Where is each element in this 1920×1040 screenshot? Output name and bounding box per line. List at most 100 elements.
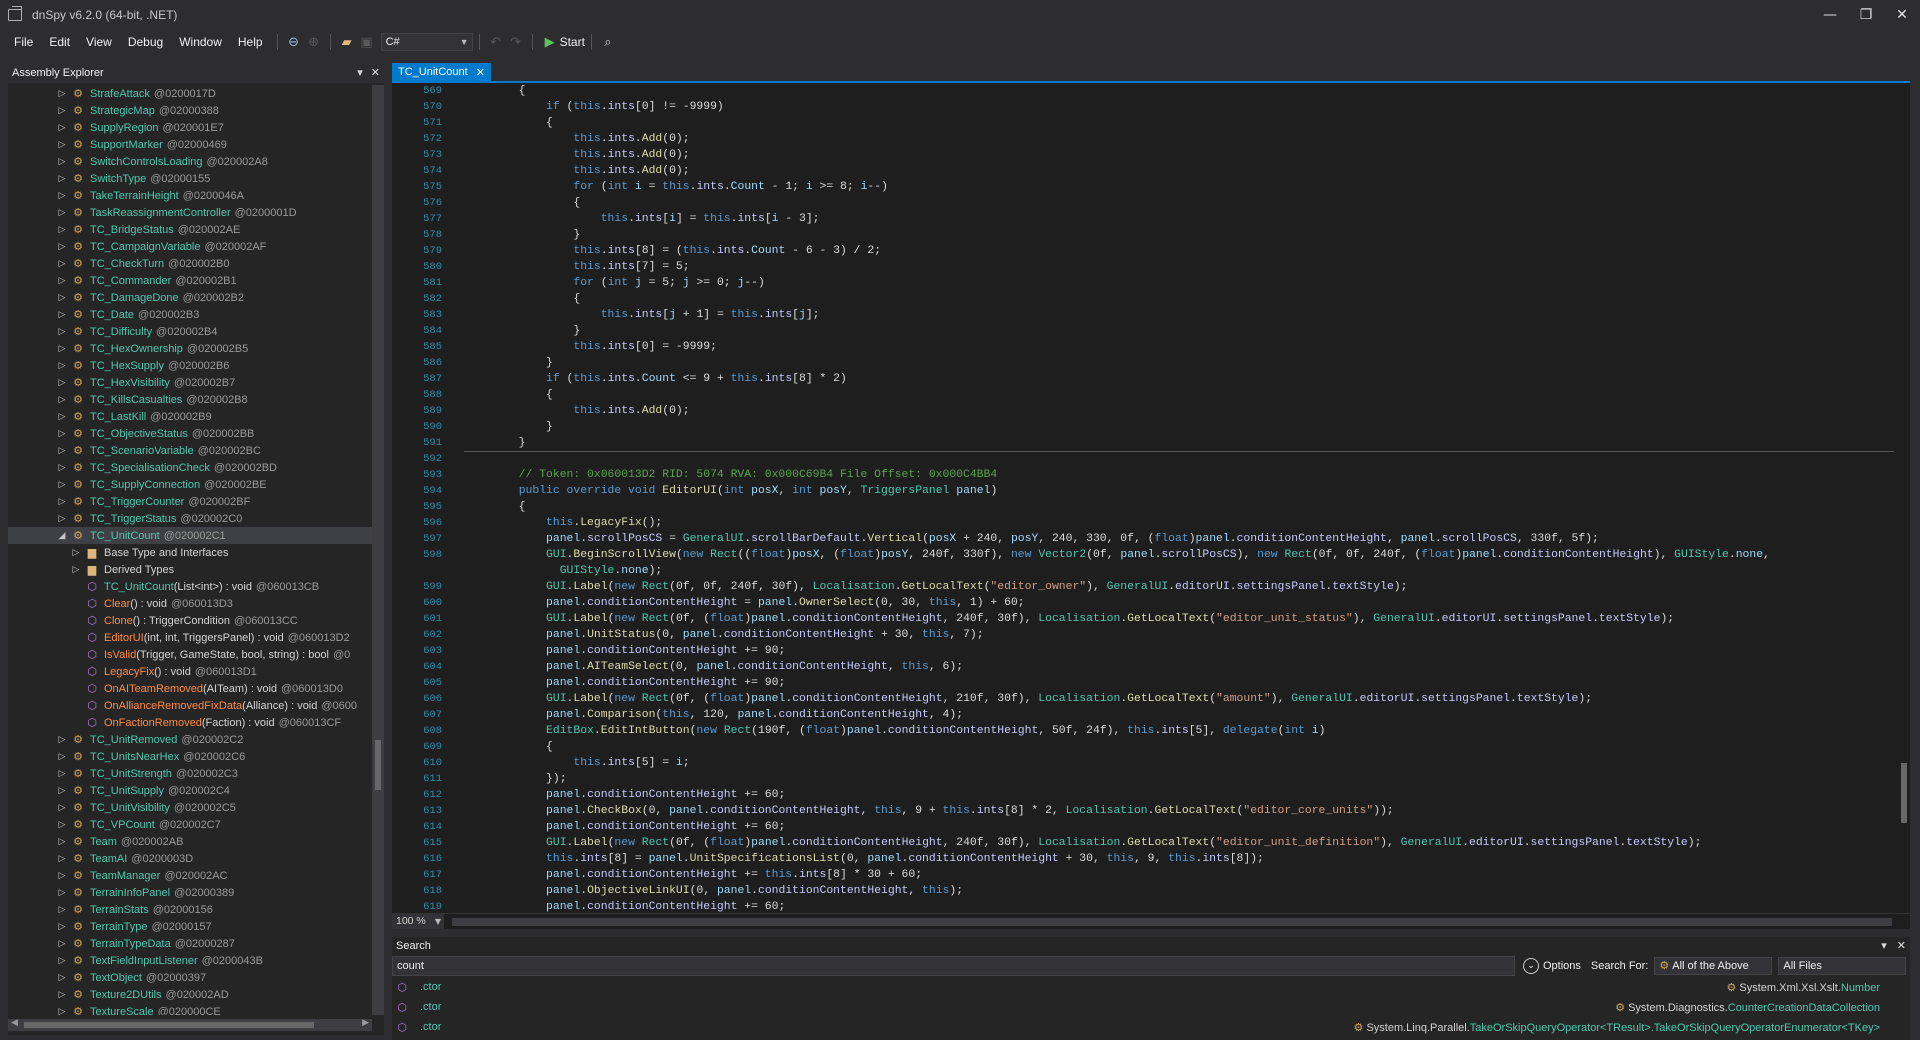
expand-arrow-icon[interactable]: ▷ — [56, 769, 68, 779]
expand-arrow-icon[interactable]: ▷ — [56, 1007, 68, 1016]
code-line[interactable]: panel.conditionContentHeight += 90; — [464, 643, 1894, 659]
code-line[interactable]: } — [464, 355, 1894, 371]
tree-type[interactable]: ▷ ⚙ TC_CampaignVariable @020002AF — [8, 238, 372, 255]
tree-type[interactable]: ▷ ⚙ Texture2DUtils @020002AD — [8, 986, 372, 1003]
expand-arrow-icon[interactable]: ▷ — [56, 225, 68, 235]
code-line[interactable]: panel.Comparison(this, 120, panel.condit… — [464, 707, 1894, 723]
code-line[interactable]: } — [464, 323, 1894, 339]
tree-type[interactable]: ▷ ⚙ TC_HexSupply @020002B6 — [8, 357, 372, 374]
tree-type[interactable]: ▷ ⚙ TC_ObjectiveStatus @020002BB — [8, 425, 372, 442]
tree-folder[interactable]: ▷ ▆ Derived Types — [8, 561, 372, 578]
code-line[interactable]: panel.conditionContentHeight += 60; — [464, 899, 1894, 913]
expand-arrow-icon[interactable]: ▷ — [56, 820, 68, 830]
start-debugging-button[interactable]: ▶ Start — [545, 35, 585, 50]
tree-type[interactable]: ▷ ⚙ SwitchType @02000155 — [8, 170, 372, 187]
navigate-forward-icon[interactable]: ⊕ — [304, 32, 324, 52]
tree-type[interactable]: ▷ ⚙ Team @020002AB — [8, 833, 372, 850]
search-scope-select[interactable]: All Files — [1778, 957, 1907, 975]
expand-arrow-icon[interactable]: ▷ — [56, 174, 68, 184]
expand-arrow-icon[interactable]: ▷ — [70, 548, 82, 558]
tree-type[interactable]: ▷ ⚙ TaskReassignmentController @0200001D — [8, 204, 372, 221]
code-line[interactable]: { — [464, 387, 1894, 403]
code-line[interactable]: this.ints[8] = panel.UnitSpecificationsL… — [464, 851, 1894, 867]
code-text[interactable]: { if (this.ints[0] != -9999) { this.ints… — [464, 83, 1894, 913]
expand-arrow-icon[interactable]: ▷ — [56, 480, 68, 490]
code-line[interactable]: this.LegacyFix(); — [464, 515, 1894, 531]
expand-arrow-icon[interactable]: ▷ — [56, 905, 68, 915]
expand-arrow-icon[interactable]: ▷ — [56, 939, 68, 949]
scroll-thumb[interactable] — [375, 740, 381, 790]
code-line[interactable]: panel.conditionContentHeight = panel.Own… — [464, 595, 1894, 611]
expand-arrow-icon[interactable]: ▷ — [56, 956, 68, 966]
expand-arrow-icon[interactable]: ▷ — [56, 412, 68, 422]
tree-type[interactable]: ▷ ⚙ TerrainStats @02000156 — [8, 901, 372, 918]
tree-type[interactable]: ▷ ⚙ TC_UnitsNearHex @020002C6 — [8, 748, 372, 765]
tree-type[interactable]: ◢ ⚙ TC_UnitCount @020002C1 — [8, 527, 372, 544]
tree-type[interactable]: ▷ ⚙ TC_UnitRemoved @020002C2 — [8, 731, 372, 748]
save-all-icon[interactable]: ▣ — [357, 32, 377, 52]
tab-close-icon[interactable]: ✕ — [476, 66, 485, 79]
expand-arrow-icon[interactable]: ▷ — [56, 123, 68, 133]
tree-member[interactable]: ⬡ Clear() : void @060013D3 — [8, 595, 372, 612]
tree-type[interactable]: ▷ ⚙ TC_VPCount @020002C7 — [8, 816, 372, 833]
expand-arrow-icon[interactable]: ▷ — [56, 140, 68, 150]
expand-arrow-icon[interactable]: ▷ — [56, 990, 68, 1000]
code-line[interactable]: this.ints[j + 1] = this.ints[j]; — [464, 307, 1894, 323]
code-line[interactable]: panel.ObjectiveLinkUI(0, panel.condition… — [464, 883, 1894, 899]
code-line[interactable]: }); — [464, 771, 1894, 787]
expand-arrow-icon[interactable]: ▷ — [56, 837, 68, 847]
code-line[interactable]: } — [464, 419, 1894, 435]
code-line[interactable]: { — [464, 739, 1894, 755]
open-file-icon[interactable]: ▰ — [337, 32, 357, 52]
tree-type[interactable]: ▷ ⚙ TC_Difficulty @020002B4 — [8, 323, 372, 340]
tree-type[interactable]: ▷ ⚙ TextureScale @020000CE — [8, 1003, 372, 1015]
tree-member[interactable]: ⬡ EditorUI (int, int, TriggersPanel) : voi… — [8, 629, 372, 646]
tree-type[interactable]: ▷ ⚙ TC_SpecialisationCheck @020002BD — [8, 459, 372, 476]
tree-type[interactable]: ▷ ⚙ TextFieldInputListener @0200043B — [8, 952, 372, 969]
expand-arrow-icon[interactable]: ▷ — [56, 310, 68, 320]
expand-arrow-icon[interactable]: ▷ — [56, 803, 68, 813]
expand-arrow-icon[interactable]: ▷ — [56, 395, 68, 405]
tree-type[interactable]: ▷ ⚙ TextObject @02000397 — [8, 969, 372, 986]
expand-arrow-icon[interactable]: ▷ — [56, 497, 68, 507]
code-line[interactable]: GUI.BeginScrollView(new Rect((float)posX… — [464, 547, 1894, 563]
expand-arrow-icon[interactable]: ▷ — [56, 242, 68, 252]
tree-folder[interactable]: ▷ ▆ Base Type and Interfaces — [8, 544, 372, 561]
tree-type[interactable]: ▷ ⚙ TeamManager @020002AC — [8, 867, 372, 884]
menu-window[interactable]: Window — [171, 30, 230, 54]
tree-type[interactable]: ▷ ⚙ TC_ScenarioVariable @020002BC — [8, 442, 372, 459]
expand-arrow-icon[interactable]: ▷ — [56, 89, 68, 99]
panel-close-icon[interactable]: ✕ — [1897, 937, 1906, 955]
code-line[interactable]: panel.conditionContentHeight += 90; — [464, 675, 1894, 691]
code-line[interactable]: if (this.ints[0] != -9999) — [464, 99, 1894, 115]
expand-arrow-icon[interactable]: ▷ — [56, 973, 68, 983]
close-button[interactable]: ✕ — [1884, 0, 1920, 30]
tree-member[interactable]: ⬡ TC_UnitCount (List<int>) : void @060013CB — [8, 578, 372, 595]
menu-view[interactable]: View — [78, 30, 120, 54]
code-line[interactable]: { — [464, 195, 1894, 211]
expand-arrow-icon[interactable]: ▷ — [56, 361, 68, 371]
expand-arrow-icon[interactable]: ▷ — [56, 786, 68, 796]
expand-arrow-icon[interactable]: ▷ — [56, 888, 68, 898]
code-line[interactable]: this.ints.Add(0); — [464, 131, 1894, 147]
tree-type[interactable]: ▷ ⚙ TC_HexVisibility @020002B7 — [8, 374, 372, 391]
minimize-button[interactable]: — — [1812, 0, 1848, 30]
tree-member[interactable]: ⬡ IsValid (Trigger, GameState, bool, strin… — [8, 646, 372, 663]
expand-arrow-icon[interactable]: ▷ — [56, 293, 68, 303]
tree-type[interactable]: ▷ ⚙ SupplyRegion @020001E7 — [8, 119, 372, 136]
tree-type[interactable]: ▷ ⚙ TC_UnitVisibility @020002C5 — [8, 799, 372, 816]
expanded-arrow-icon[interactable]: ◢ — [56, 531, 68, 541]
code-line[interactable]: public override void EditorUI(int posX, … — [464, 483, 1894, 499]
undo-icon[interactable]: ↶ — [486, 32, 506, 52]
scroll-right-icon[interactable]: ▶ — [362, 1018, 369, 1028]
code-line[interactable]: this.ints[8] = (this.ints.Count - 6 - 3)… — [464, 243, 1894, 259]
expand-options-icon[interactable]: ⌄ — [1523, 958, 1539, 974]
expand-arrow-icon[interactable]: ▷ — [70, 565, 82, 575]
tree-type[interactable]: ▷ ⚙ TC_UnitSupply @020002C4 — [8, 782, 372, 799]
language-select[interactable]: C# ▼ — [380, 33, 473, 51]
tree-member[interactable]: ⬡ OnAllianceRemovedFixData (Alliance) : vo… — [8, 697, 372, 714]
code-line[interactable]: GUIStyle.none); — [464, 563, 1894, 579]
tree-type[interactable]: ▷ ⚙ StrategicMap @02000388 — [8, 102, 372, 119]
expand-arrow-icon[interactable]: ▷ — [56, 871, 68, 881]
panel-menu-icon[interactable]: ▾ — [1881, 937, 1887, 955]
